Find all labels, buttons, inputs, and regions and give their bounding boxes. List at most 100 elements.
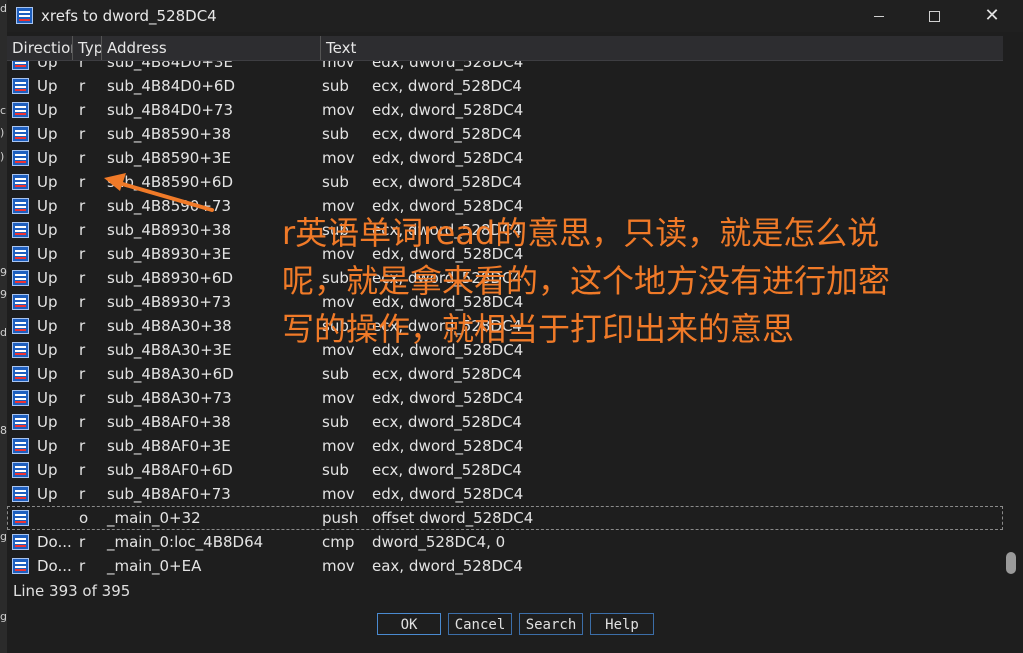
column-header-text[interactable]: Text: [321, 36, 1003, 60]
minimize-icon: [874, 15, 884, 17]
direction-cell: Up: [37, 101, 58, 119]
type-cell: r: [79, 125, 86, 143]
operands-cell: ecx, dword_528DC4: [372, 365, 522, 383]
help-button[interactable]: Help: [590, 613, 654, 635]
xref-icon: [12, 486, 29, 502]
mnemonic-cell: mov: [322, 557, 355, 575]
address-cell: sub_4B8930+3E: [107, 245, 231, 263]
type-cell: r: [79, 197, 86, 215]
operands-cell: edx, dword_528DC4: [372, 389, 524, 407]
direction-cell: Up: [37, 461, 58, 479]
type-cell: r: [79, 413, 86, 431]
xref-row[interactable]: Up r sub_4B84D0+73 mov edx, dword_528DC4: [7, 98, 1003, 122]
bg-fragment: d: [0, 326, 7, 339]
direction-cell: Up: [37, 269, 58, 287]
address-cell: sub_4B84D0+6D: [107, 77, 236, 95]
address-cell: sub_4B8590+38: [107, 125, 232, 143]
xref-icon: [12, 270, 29, 286]
direction-cell: Up: [37, 293, 58, 311]
direction-cell: Do...: [37, 533, 72, 551]
xref-row[interactable]: Up r sub_4B8AF0+3E mov edx, dword_528DC4: [7, 434, 1003, 458]
xref-icon: [12, 126, 29, 142]
background-window-strip: de c ) ) 9 9 d 8 g g: [0, 0, 14, 653]
xref-row[interactable]: Up r sub_4B8A30+73 mov edx, dword_528DC4: [7, 386, 1003, 410]
mnemonic-cell: cmp: [322, 533, 355, 551]
address-cell: _main_0+32: [107, 509, 201, 527]
column-header-type[interactable]: Typ: [73, 36, 102, 60]
xref-row[interactable]: Do... r _main_0+EA mov eax, dword_528DC4: [7, 554, 1003, 577]
xref-icon: [12, 342, 29, 358]
direction-cell: Up: [37, 341, 58, 359]
xref-row[interactable]: Up r sub_4B8590+38 sub ecx, dword_528DC4: [7, 122, 1003, 146]
xref-row[interactable]: Up r sub_4B8A30+6D sub ecx, dword_528DC4: [7, 362, 1003, 386]
address-cell: sub_4B8590+3E: [107, 149, 231, 167]
title-bar[interactable]: xrefs to dword_528DC4 ✕: [7, 0, 1023, 32]
annotation-line-3: 写的操作，就相当于打印出来的意思: [282, 310, 795, 348]
type-cell: r: [79, 77, 86, 95]
mnemonic-cell: push: [322, 509, 359, 527]
address-cell: sub_4B8590+73: [107, 197, 232, 215]
operands-cell: ecx, dword_528DC4: [372, 413, 522, 431]
xref-icon: [12, 222, 29, 238]
type-cell: r: [79, 389, 86, 407]
xref-icon: [12, 78, 29, 94]
xref-row[interactable]: Up r sub_4B84D0+6D sub ecx, dword_528DC4: [7, 74, 1003, 98]
xref-icon: [12, 198, 29, 214]
address-cell: sub_4B8A30+3E: [107, 341, 232, 359]
xref-icon: [12, 534, 29, 550]
column-header-direction[interactable]: Direction: [7, 36, 73, 60]
type-cell: r: [79, 461, 86, 479]
mnemonic-cell: sub: [322, 125, 349, 143]
address-cell: sub_4B8930+73: [107, 293, 232, 311]
xref-row[interactable]: Up r sub_4B8AF0+6D sub ecx, dword_528DC4: [7, 458, 1003, 482]
minimize-button[interactable]: [856, 0, 902, 32]
close-button[interactable]: ✕: [969, 0, 1015, 32]
type-cell: r: [79, 245, 86, 263]
address-cell: _main_0:loc_4B8D64: [107, 533, 264, 551]
xref-row[interactable]: Up r sub_4B8590+3E mov edx, dword_528DC4: [7, 146, 1003, 170]
maximize-button[interactable]: [911, 0, 957, 32]
scrollbar-thumb[interactable]: [1006, 552, 1016, 574]
annotation-line-1: r英语单词read的意思，只读，就是怎么说: [282, 214, 880, 252]
mnemonic-cell: mov: [322, 149, 355, 167]
window-title: xrefs to dword_528DC4: [41, 7, 217, 25]
operands-cell: ecx, dword_528DC4: [372, 125, 522, 143]
operands-cell: dword_528DC4, 0: [372, 533, 506, 551]
xref-row[interactable]: o _main_0+32 push offset dword_528DC4: [7, 506, 1003, 530]
address-cell: sub_4B8930+6D: [107, 269, 234, 287]
mnemonic-cell: mov: [322, 389, 355, 407]
cancel-button[interactable]: Cancel: [448, 613, 512, 635]
type-cell: r: [79, 149, 86, 167]
mnemonic-cell: sub: [322, 77, 349, 95]
xref-icon: [12, 294, 29, 310]
bg-fragment: g: [0, 610, 7, 623]
ok-button[interactable]: OK: [377, 613, 441, 635]
direction-cell: Up: [37, 437, 58, 455]
direction-cell: Up: [37, 173, 58, 191]
address-cell: sub_4B8590+6D: [107, 173, 234, 191]
list-header: Direction Typ Address Text: [7, 36, 1003, 61]
type-cell: o: [79, 509, 89, 527]
direction-cell: Up: [37, 365, 58, 383]
direction-cell: Up: [37, 77, 58, 95]
xref-icon: [12, 366, 29, 382]
xref-row[interactable]: Up r sub_4B8AF0+73 mov edx, dword_528DC4: [7, 482, 1003, 506]
xref-row[interactable]: Up r sub_4B8590+6D sub ecx, dword_528DC4: [7, 170, 1003, 194]
search-button[interactable]: Search: [519, 613, 583, 635]
direction-cell: Up: [37, 485, 58, 503]
xref-row[interactable]: Do... r _main_0:loc_4B8D64 cmp dword_528DC4,…: [7, 530, 1003, 554]
operands-cell: ecx, dword_528DC4: [372, 173, 522, 191]
operands-cell: edx, dword_528DC4: [372, 437, 524, 455]
address-cell: sub_4B8A30+73: [107, 389, 232, 407]
type-cell: r: [79, 557, 86, 575]
direction-cell: Up: [37, 389, 58, 407]
xref-icon: [12, 174, 29, 190]
address-cell: sub_4B8AF0+3E: [107, 437, 231, 455]
type-cell: r: [79, 485, 86, 503]
column-header-address[interactable]: Address: [102, 36, 321, 60]
xref-row[interactable]: Up r sub_4B8AF0+38 sub ecx, dword_528DC4: [7, 410, 1003, 434]
bg-fragment: g: [0, 530, 7, 543]
direction-cell: Up: [37, 245, 58, 263]
mnemonic-cell: mov: [322, 101, 355, 119]
address-cell: sub_4B8A30+38: [107, 317, 232, 335]
